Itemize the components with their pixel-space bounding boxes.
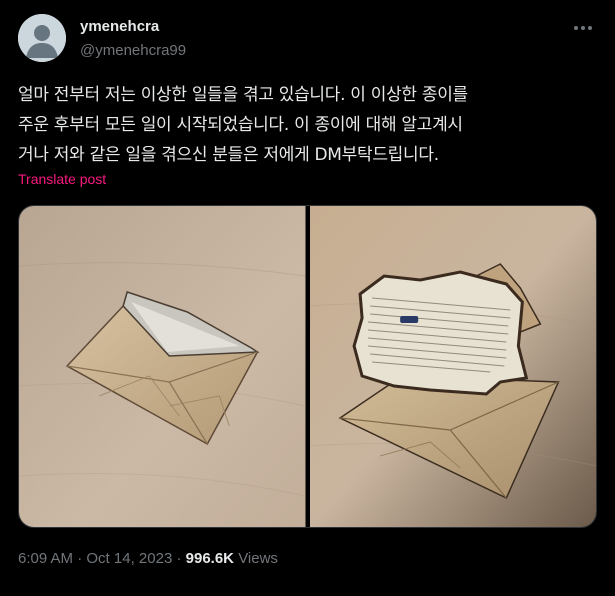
more-horizontal-icon [574, 26, 592, 30]
post: ymenehcra @ymenehcra99 얼마 전부터 저는 이상한 일들을… [0, 0, 615, 596]
views-label: Views [238, 550, 278, 567]
post-time[interactable]: 6:09 AM [18, 550, 73, 567]
envelope-closed-image [19, 206, 306, 527]
author-display-name[interactable]: ymenehcra [80, 18, 159, 35]
post-meta: 6:09 AM · Oct 14, 2023 · 996.6K Views [18, 550, 278, 567]
translate-post-link[interactable]: Translate post [18, 171, 106, 187]
post-date[interactable]: Oct 14, 2023 [86, 550, 172, 567]
envelope-open-photo[interactable] [309, 206, 596, 527]
meta-separator: · [77, 550, 83, 567]
meta-separator: · [176, 550, 182, 567]
tweet-text-line: 얼마 전부터 저는 이상한 일들을 겪고 있습니다. 이 이상한 종이를 [18, 85, 468, 105]
author-handle[interactable]: @ymenehcra99 [80, 42, 186, 59]
default-avatar-icon [18, 14, 66, 62]
more-button[interactable] [568, 18, 598, 38]
tweet-text: 얼마 전부터 저는 이상한 일들을 겪고 있습니다. 이 이상한 종이를 주운 … [18, 80, 598, 170]
avatar[interactable] [18, 14, 66, 62]
media-grid [18, 205, 597, 528]
tweet-text-line: 거나 저와 같은 일을 겪으신 분들은 저에게 DM부탁드립니다. [18, 145, 439, 165]
envelope-closed-photo[interactable] [19, 206, 306, 527]
tweet-text-line: 주운 후부터 모든 일이 시작되었습니다. 이 종이에 대해 알고계시 [18, 115, 463, 135]
views-count: 996.6K [185, 550, 235, 567]
envelope-open-image [309, 206, 596, 527]
